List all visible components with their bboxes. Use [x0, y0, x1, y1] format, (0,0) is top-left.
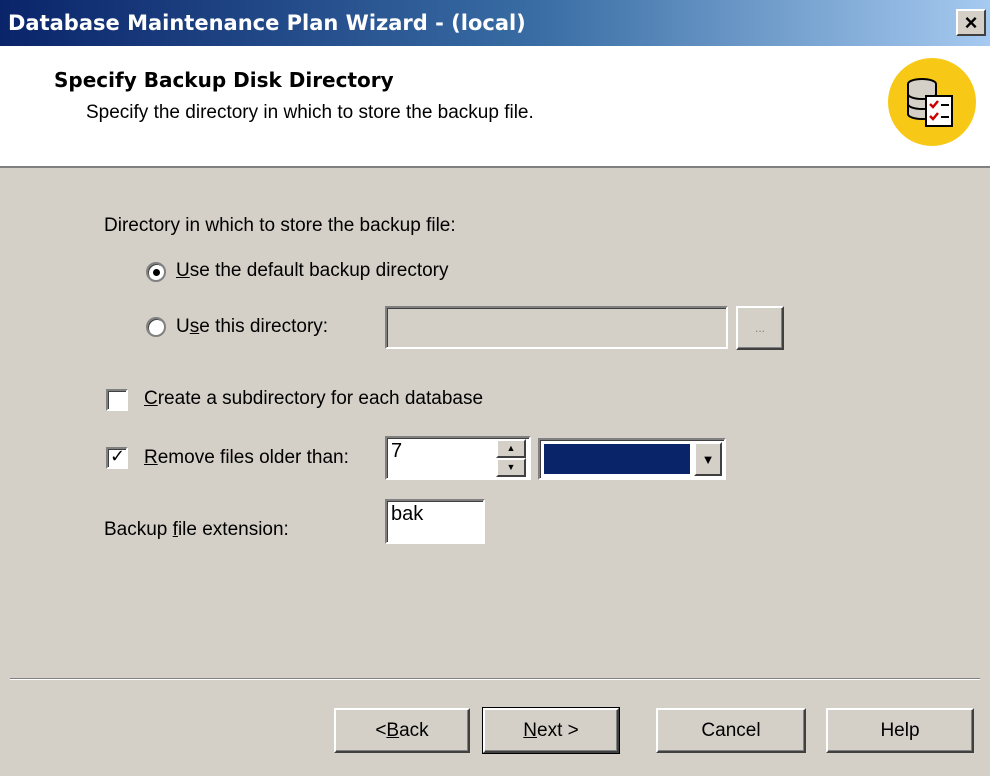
default-directory-radio[interactable]	[146, 262, 166, 282]
remove-old-files-checkbox[interactable]: ✓	[106, 447, 128, 469]
checkmark-icon: ✓	[110, 446, 126, 466]
chevron-down-icon[interactable]: ▼	[694, 442, 722, 476]
custom-directory-label[interactable]: Use this directory:	[176, 316, 328, 338]
close-button[interactable]: ×	[956, 9, 986, 36]
subdirectory-checkbox[interactable]	[106, 389, 128, 411]
extension-input[interactable]: bak	[385, 499, 485, 544]
title-bar: Database Maintenance Plan Wizard - (loca…	[0, 0, 990, 46]
page-subtitle: Specify the directory in which to store …	[86, 102, 534, 123]
custom-directory-radio[interactable]	[146, 317, 166, 337]
window-title: Database Maintenance Plan Wizard - (loca…	[8, 11, 526, 35]
remove-unit-select[interactable]: ▼	[538, 438, 726, 480]
directory-path-input[interactable]	[385, 306, 728, 349]
browse-button[interactable]: ...	[736, 306, 784, 350]
default-directory-label[interactable]: Use the default backup directory	[176, 260, 449, 282]
wizard-header: Specify Backup Disk Directory Specify th…	[0, 46, 990, 168]
arrow-up-icon: ▲	[506, 443, 516, 453]
spin-up-button[interactable]: ▲	[496, 439, 526, 458]
extension-label: Backup file extension:	[104, 519, 289, 540]
close-icon: ×	[964, 9, 978, 35]
footer-divider	[10, 678, 980, 680]
back-button[interactable]: < Back	[334, 708, 470, 753]
directory-label: Directory in which to store the backup f…	[104, 215, 456, 236]
page-title: Specify Backup Disk Directory	[54, 68, 394, 92]
cancel-button[interactable]: Cancel	[656, 708, 806, 753]
remove-old-files-label[interactable]: Remove files older than:	[144, 447, 349, 469]
spin-down-button[interactable]: ▼	[496, 458, 526, 477]
arrow-down-icon: ▼	[506, 462, 516, 472]
subdirectory-label[interactable]: Create a subdirectory for each database	[144, 388, 483, 410]
remove-unit-value	[543, 443, 691, 475]
database-checklist-icon	[888, 58, 976, 146]
help-button[interactable]: Help	[826, 708, 974, 753]
next-button[interactable]: Next >	[482, 707, 620, 754]
